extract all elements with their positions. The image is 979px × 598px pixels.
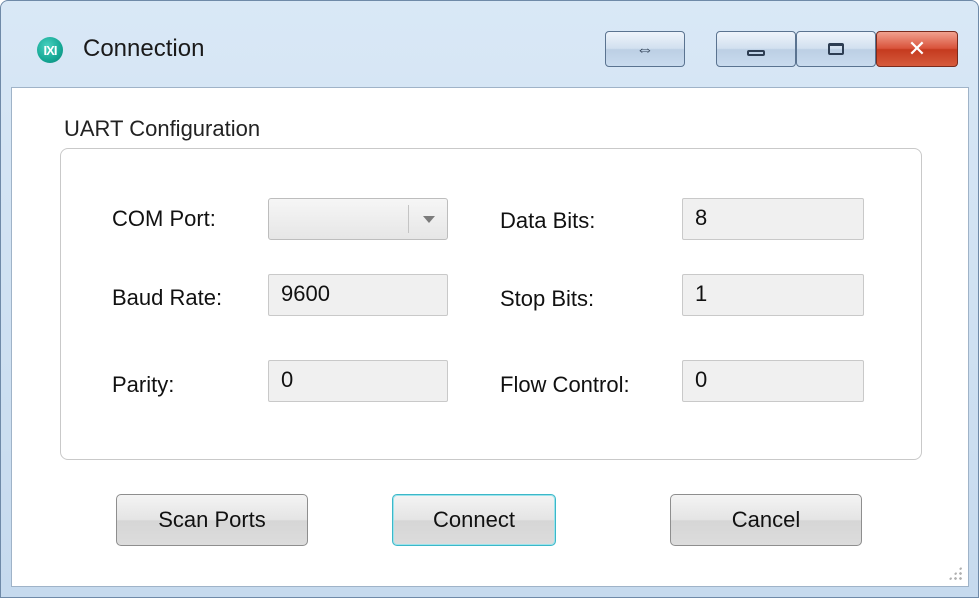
flow-control-field[interactable]: 0	[682, 360, 864, 402]
connect-button[interactable]: Connect	[392, 494, 556, 546]
parity-label: Parity:	[112, 372, 175, 397]
connection-dialog: IXI Connection ⇔ ✕ UART Configuration CO…	[0, 0, 979, 598]
com-port-dropdown[interactable]	[268, 198, 448, 240]
uart-configuration-label: UART Configuration	[64, 116, 261, 141]
resize-arrows-button[interactable]: ⇔	[605, 31, 685, 67]
parity-field[interactable]: 0	[268, 360, 448, 402]
maximize-button[interactable]	[796, 31, 876, 67]
cancel-button[interactable]: Cancel	[670, 494, 862, 546]
dropdown-divider	[408, 205, 409, 233]
maxim-logo-icon: IXI	[37, 37, 63, 63]
close-button[interactable]: ✕	[876, 31, 958, 67]
scan-ports-button[interactable]: Scan Ports	[116, 494, 308, 546]
double-arrow-icon: ⇔	[636, 38, 654, 59]
dialog-body: UART Configuration COM Port: Baud Rate: …	[11, 87, 969, 587]
data-bits-label: Data Bits:	[500, 208, 596, 233]
title-bar[interactable]: IXI Connection ⇔ ✕	[1, 1, 978, 89]
baud-rate-field[interactable]: 9600	[268, 274, 448, 316]
resize-grip-icon[interactable]	[948, 566, 962, 580]
flow-control-label: Flow Control:	[500, 372, 630, 397]
chevron-down-icon[interactable]	[423, 216, 435, 223]
minimize-button[interactable]	[716, 31, 796, 67]
app-icon-text: IXI	[43, 42, 58, 58]
stop-bits-label: Stop Bits:	[500, 286, 595, 311]
maximize-icon	[828, 43, 844, 55]
close-icon: ✕	[907, 36, 927, 61]
com-port-label: COM Port:	[112, 206, 216, 231]
data-bits-field[interactable]: 8	[682, 198, 864, 240]
minimize-icon	[747, 50, 765, 56]
window-title: Connection	[83, 35, 205, 62]
stop-bits-field[interactable]: 1	[682, 274, 864, 316]
baud-rate-label: Baud Rate:	[112, 285, 223, 310]
